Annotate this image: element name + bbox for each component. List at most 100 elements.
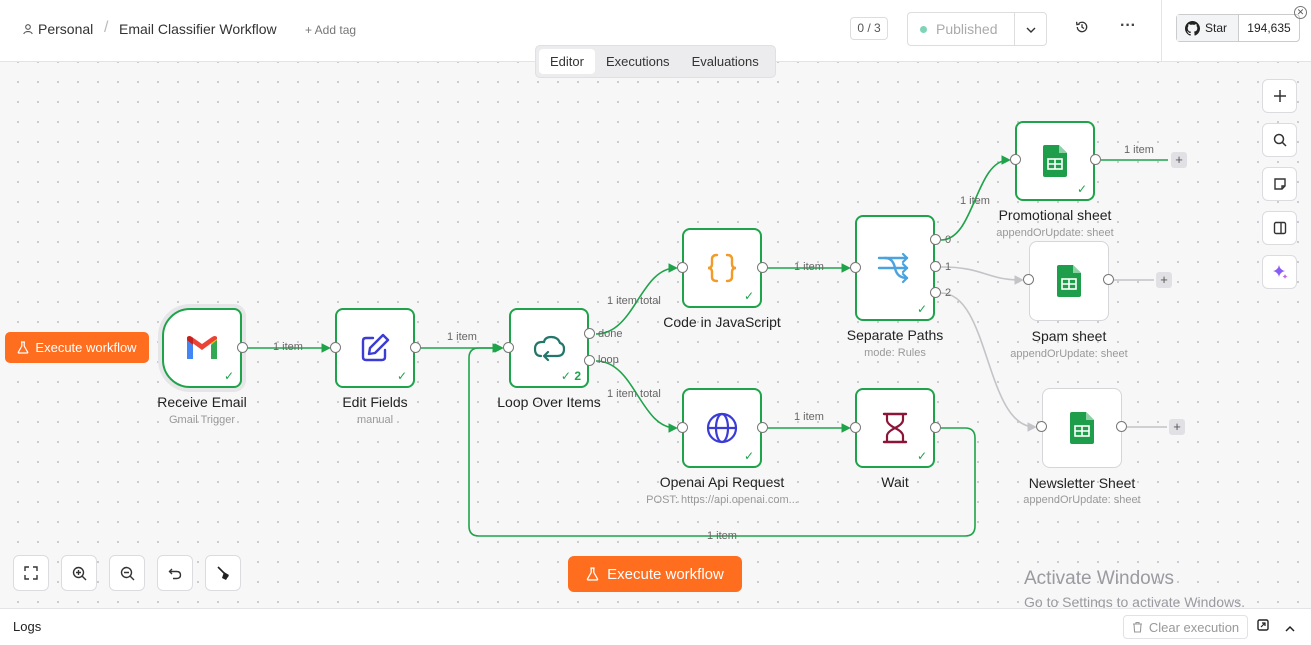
node-newsletter-sheet[interactable]	[1042, 388, 1122, 468]
input-handle[interactable]	[1010, 154, 1021, 165]
tab-evaluations[interactable]: Evaluations	[681, 49, 770, 74]
github-star-widget[interactable]: Star 194,635	[1176, 14, 1300, 42]
more-options-icon[interactable]: ···	[1120, 17, 1136, 35]
workflow-canvas[interactable]: 1 item 1 item 1 item total 1 item total …	[0, 62, 1311, 608]
publish-status[interactable]: Published	[908, 13, 1015, 45]
pencil-square-icon	[361, 333, 390, 362]
add-node-toolbar-button[interactable]	[1262, 79, 1297, 113]
node-promotional-sheet[interactable]: ✓	[1015, 121, 1095, 201]
node-separate-paths[interactable]: ✓	[855, 215, 935, 321]
execute-workflow-main-button[interactable]: Execute workflow	[568, 556, 742, 592]
output-handle[interactable]	[757, 422, 768, 433]
input-handle[interactable]	[850, 422, 861, 433]
add-node-button[interactable]: +	[1171, 152, 1187, 168]
fit-view-button[interactable]	[13, 555, 49, 591]
input-handle[interactable]	[1036, 421, 1047, 432]
braces-icon	[707, 253, 737, 283]
input-handle[interactable]	[850, 262, 861, 273]
success-check-icon: ✓	[1076, 182, 1087, 196]
output-handle[interactable]	[757, 262, 768, 273]
tidy-up-button[interactable]	[205, 555, 241, 591]
zoom-in-button[interactable]	[61, 555, 97, 591]
sidebar-panel-icon	[1273, 221, 1286, 235]
output-handle[interactable]	[237, 342, 248, 353]
add-tag-button[interactable]: + Add tag	[305, 23, 356, 37]
node-loop-over-items[interactable]: ✓ 2	[509, 308, 589, 388]
node-edit-fields[interactable]: ✓	[335, 308, 415, 388]
node-code-javascript[interactable]: ✓	[682, 228, 762, 308]
edge-label-items-total: 1 item total	[607, 388, 661, 400]
zoom-out-icon	[120, 566, 134, 580]
node-title: Wait	[881, 474, 909, 490]
sticky-note-icon	[1273, 178, 1286, 190]
toggle-panel-button[interactable]	[1262, 211, 1297, 245]
output-handle-done[interactable]	[584, 328, 595, 339]
tab-executions[interactable]: Executions	[595, 49, 681, 74]
switch-icon	[877, 252, 909, 284]
zoom-out-button[interactable]	[109, 555, 145, 591]
output-handle[interactable]	[1116, 421, 1127, 432]
chevron-up-icon[interactable]	[1285, 621, 1295, 635]
version-counter: 0 / 3	[850, 17, 888, 40]
reset-zoom-button[interactable]	[157, 555, 193, 591]
ai-assistant-button[interactable]	[1262, 255, 1297, 289]
clear-execution-button[interactable]: Clear execution	[1123, 615, 1248, 639]
gmail-icon	[187, 336, 217, 359]
sticky-note-button[interactable]	[1262, 167, 1297, 201]
node-openai-api-request[interactable]: ✓	[682, 388, 762, 468]
history-icon[interactable]	[1075, 20, 1089, 37]
chevron-down-icon[interactable]	[1015, 22, 1046, 36]
node-subtitle: appendOrUpdate: sheet	[996, 227, 1114, 239]
node-title: Edit Fields	[342, 394, 408, 410]
output-handle[interactable]	[1103, 274, 1114, 285]
output-label-1: 1	[945, 261, 952, 273]
output-label-0: 0	[945, 234, 952, 246]
close-icon[interactable]: ✕	[1294, 6, 1307, 19]
output-handle[interactable]	[930, 422, 941, 433]
google-sheets-icon	[1043, 145, 1067, 177]
github-star-button[interactable]: Star	[1177, 15, 1239, 41]
input-handle[interactable]	[330, 342, 341, 353]
logs-panel[interactable]: Logs Clear execution	[0, 608, 1311, 645]
logs-title: Logs	[13, 619, 42, 634]
hourglass-icon	[882, 412, 908, 444]
edge-label-items-total: 1 item total	[607, 295, 661, 307]
edge-separate-2-to-newsletter[interactable]	[940, 292, 1037, 432]
broom-icon	[217, 566, 229, 580]
edge-label-items: 1 item	[960, 195, 990, 207]
add-node-button[interactable]: +	[1156, 272, 1172, 288]
tab-editor[interactable]: Editor	[539, 49, 595, 74]
output-handle-0[interactable]	[930, 234, 941, 245]
output-handle-1[interactable]	[930, 261, 941, 272]
edge-label-items: 1 item	[794, 411, 824, 423]
execute-workflow-label: Execute workflow	[607, 565, 724, 583]
node-receive-email[interactable]: ✓	[162, 308, 242, 388]
edge-separate-1-to-spam[interactable]	[940, 266, 1024, 285]
input-handle[interactable]	[677, 422, 688, 433]
output-handle[interactable]	[410, 342, 421, 353]
node-title: Promotional sheet	[998, 207, 1112, 223]
input-handle[interactable]	[503, 342, 514, 353]
publish-dropdown[interactable]: Published	[907, 12, 1047, 46]
app-root: Personal / Email Classifier Workflow + A…	[0, 0, 1311, 645]
success-check-icon: ✓	[916, 449, 927, 463]
input-handle[interactable]	[1023, 274, 1034, 285]
node-spam-sheet[interactable]	[1029, 241, 1109, 321]
execute-workflow-button[interactable]: Execute workflow	[5, 332, 149, 363]
input-handle[interactable]	[677, 262, 688, 273]
workflow-name[interactable]: Email Classifier Workflow	[119, 21, 277, 37]
google-sheets-icon	[1057, 265, 1081, 297]
output-handle-loop[interactable]	[584, 355, 595, 366]
publish-status-label: Published	[936, 21, 998, 37]
output-handle-2[interactable]	[930, 287, 941, 298]
output-handle[interactable]	[1090, 154, 1101, 165]
add-node-button[interactable]: +	[1169, 419, 1185, 435]
pop-out-icon[interactable]	[1257, 619, 1269, 634]
node-wait[interactable]: ✓	[855, 388, 935, 468]
search-nodes-button[interactable]	[1262, 123, 1297, 157]
breadcrumb-separator: /	[104, 19, 109, 36]
breadcrumb-workspace[interactable]: Personal	[22, 21, 93, 37]
github-star-count: 194,635	[1247, 21, 1291, 35]
status-dot	[920, 25, 927, 33]
node-title: Code in JavaScript	[663, 314, 781, 330]
